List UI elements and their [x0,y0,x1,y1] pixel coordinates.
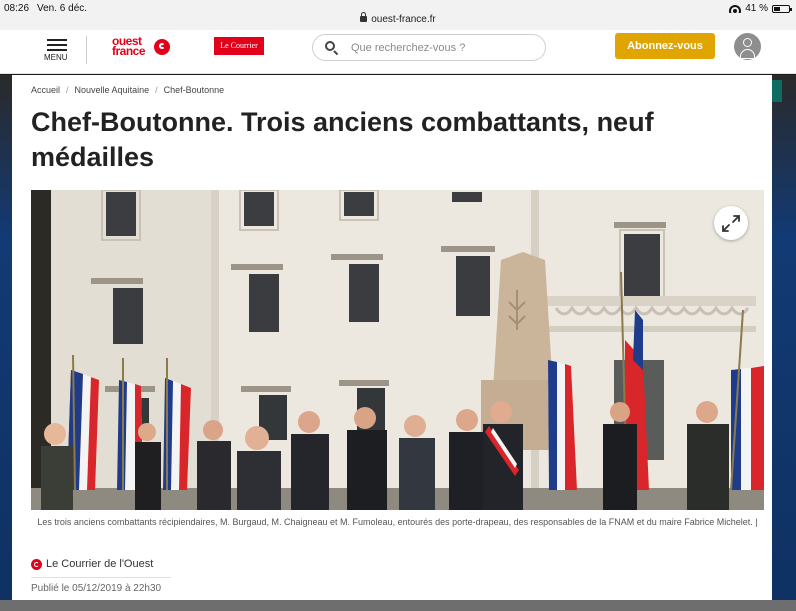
address-bar[interactable]: ouest-france.fr [0,12,796,25]
article-source[interactable]: Le Courrier de l'Ouest [31,557,153,571]
battery-percent: 41 % [745,3,768,14]
site-header: MENU ouest france Le Courrier Abonnez-vo… [0,30,796,74]
ceremony-illustration [31,190,764,510]
status-right: 41 % [729,3,792,14]
expand-photo-button[interactable] [714,206,748,240]
wifi-icon [729,4,742,13]
article-card: Accueil / Nouvelle Aquitaine / Chef-Boutonne… [12,75,772,600]
search-icon [325,41,338,54]
page-background-right [772,75,796,611]
breadcrumb-item[interactable]: Accueil [31,85,60,95]
breadcrumb: Accueil / Nouvelle Aquitaine / Chef-Boutonne [31,85,225,95]
side-tab [772,80,782,102]
hamburger-icon [47,39,67,54]
le-courrier-logo[interactable]: Le Courrier [214,37,264,55]
subscribe-button[interactable]: Abonnez-vous [615,33,715,59]
status-date: Ven. 6 déc. [37,3,88,14]
menu-label: MENU [44,53,68,62]
ouest-france-logo-mark [154,39,170,55]
account-icon[interactable] [734,33,761,60]
source-name: Le Courrier de l'Ouest [46,558,154,570]
breadcrumb-item[interactable]: Chef-Boutonne [164,85,225,95]
search-input[interactable] [351,39,531,56]
photo-caption: Les trois anciens combattants récipienda… [37,517,758,527]
menu-button[interactable]: MENU [44,36,72,64]
source-logo-icon [31,558,42,570]
ouest-france-logo[interactable]: ouest france [112,35,172,58]
source-divider [31,577,171,578]
article-photo[interactable] [31,190,764,510]
article-title: Chef-Boutonne. Trois anciens combattants… [31,107,654,172]
lock-icon [360,12,368,22]
publish-date: Publié le 05/12/2019 à 22h30 [31,583,162,594]
expand-icon [722,215,740,232]
bottom-bar [0,600,796,611]
battery-icon [772,4,792,13]
status-time: 08:26 [4,3,30,14]
breadcrumb-item[interactable]: Nouvelle Aquitaine [75,85,150,95]
header-divider [86,36,87,64]
search-box[interactable] [312,34,546,61]
address-url: ouest-france.fr [371,14,436,25]
ios-status-bar: 08:26 Ven. 6 déc. ouest-france.fr 41 % [0,0,796,30]
